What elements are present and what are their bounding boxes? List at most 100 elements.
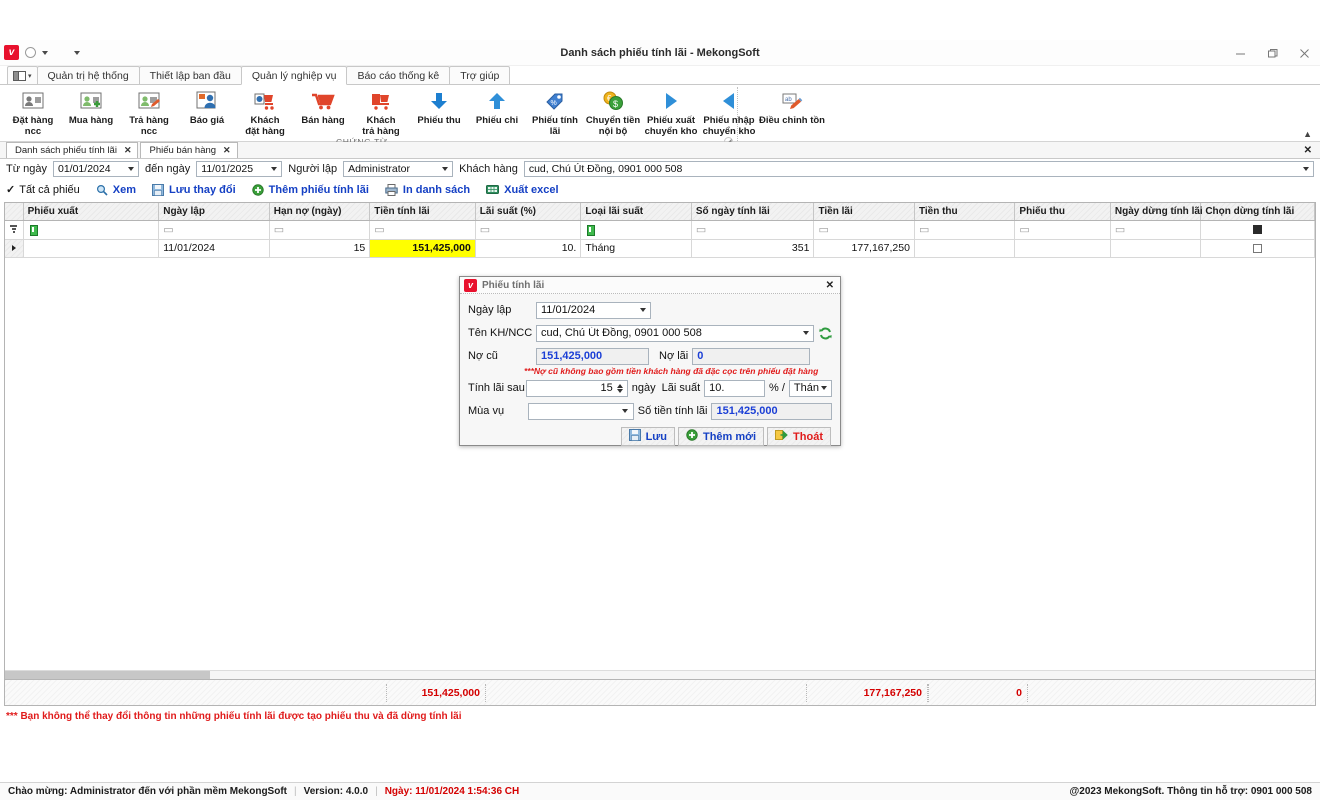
column-header-chon-dung-tinh-lai[interactable]: Chọn dừng tính lãi xyxy=(1201,203,1315,220)
ribbon-tab-tro-giup[interactable]: Trợ giúp xyxy=(449,66,510,84)
qat-customize-chevron-icon[interactable] xyxy=(74,51,80,55)
ribbon-button-dat-hang-ncc[interactable]: Đặt hàng ncc xyxy=(4,85,62,137)
filter-cell-loai-lai-suat[interactable] xyxy=(581,220,692,239)
ribbon-button-tra-hang-ncc[interactable]: Trả hàng ncc xyxy=(120,85,178,137)
filter-cell-tien-tinh-lai[interactable]: ▭ xyxy=(370,220,476,239)
column-header-ngay-dung-tinh-lai[interactable]: Ngày dừng tính lãi xyxy=(1110,203,1200,220)
ribbon-tab-bao-cao-thong-ke[interactable]: Báo cáo thống kê xyxy=(346,66,450,84)
cell-han-no[interactable]: 15 xyxy=(269,239,369,257)
ribbon-button-dieu-chinh-ton[interactable]: ab Điều chỉnh tồn xyxy=(758,85,826,127)
print-list-button[interactable]: In danh sách xyxy=(377,180,478,199)
chevron-down-icon[interactable] xyxy=(620,409,631,413)
close-button[interactable] xyxy=(1288,40,1320,66)
ribbon-button-phieu-xuat-chuyen-kho[interactable]: Phiếu xuất chuyển kho xyxy=(642,85,700,137)
date-input[interactable]: 11/01/2024 xyxy=(536,302,651,319)
cell-chon-dung[interactable] xyxy=(1201,239,1315,257)
document-tab-phieu-ban-hang[interactable]: Phiếu bán hàng ✕ xyxy=(140,142,237,158)
view-button[interactable]: Xem xyxy=(88,180,144,199)
filter-cell-han-no[interactable]: ▭ xyxy=(269,220,369,239)
spinner-icon[interactable] xyxy=(616,384,625,393)
filter-cell-lai-suat[interactable]: ▭ xyxy=(475,220,581,239)
cell-tien-lai[interactable]: 177,167,250 xyxy=(814,239,914,257)
column-header-tien-tinh-lai[interactable]: Tiền tính lãi xyxy=(370,203,476,220)
cell-ngay-lap[interactable]: 11/01/2024 xyxy=(159,239,270,257)
scrollbar-thumb[interactable] xyxy=(5,671,210,679)
column-header-so-ngay-tinh-lai[interactable]: Số ngày tính lãi xyxy=(691,203,814,220)
table-row[interactable]: 11/01/2024 15 151,425,000 10. Tháng 351 … xyxy=(5,239,1315,257)
qat-chevron-down-icon[interactable] xyxy=(42,51,48,55)
dialog-add-new-button[interactable]: Thêm mới xyxy=(678,427,764,446)
close-icon[interactable]: ✕ xyxy=(124,145,132,156)
column-header-ngay-lap[interactable]: Ngày lập xyxy=(159,203,270,220)
customer-select[interactable]: cud, Chú Út Đồng, 0901 000 508 xyxy=(524,161,1314,177)
cell-phieu-xuat[interactable] xyxy=(23,239,159,257)
ribbon-tab-quan-tri-he-thong[interactable]: Quản trị hệ thống xyxy=(37,66,140,84)
from-date-input[interactable]: 01/01/2024 xyxy=(53,161,139,177)
customer-select[interactable]: cud, Chú Út Đồng, 0901 000 508 xyxy=(536,325,814,342)
column-header-phieu-xuat[interactable]: Phiếu xuất xyxy=(23,203,159,220)
filter-cell-ngay-dung[interactable]: ▭ xyxy=(1110,220,1200,239)
filter-cell-tien-thu[interactable]: ▭ xyxy=(914,220,1014,239)
ribbon-tab-quan-ly-nghiep-vu[interactable]: Quản lý nghiệp vụ xyxy=(241,66,348,85)
close-all-tabs-icon[interactable]: ✕ xyxy=(1304,145,1312,156)
chevron-down-icon[interactable] xyxy=(125,167,136,171)
filter-cell-chon-dung[interactable] xyxy=(1201,220,1315,239)
dialog-close-button[interactable]: ✕ xyxy=(826,280,836,291)
column-header-tien-lai[interactable]: Tiền lãi xyxy=(814,203,914,220)
days-input[interactable]: 15 xyxy=(526,380,628,397)
column-header-lai-suat[interactable]: Lãi suất (%) xyxy=(475,203,581,220)
to-date-input[interactable]: 11/01/2025 xyxy=(196,161,282,177)
filter-cell-so-ngay-tinh-lai[interactable]: ▭ xyxy=(691,220,814,239)
column-header-phieu-thu[interactable]: Phiếu thu xyxy=(1015,203,1110,220)
ribbon-tab-thiet-lap-ban-dau[interactable]: Thiết lập ban đầu xyxy=(139,66,242,84)
column-header-tien-thu[interactable]: Tiền thu xyxy=(914,203,1014,220)
ribbon-button-chuyen-tien-noi-bo[interactable]: € $ Chuyển tiền nội bộ xyxy=(584,85,642,137)
cell-tien-thu[interactable] xyxy=(914,239,1014,257)
season-select[interactable] xyxy=(528,403,633,420)
cell-loai-lai-suat[interactable]: Tháng xyxy=(581,239,692,257)
cell-tien-tinh-lai[interactable]: 151,425,000 xyxy=(370,239,476,257)
filter-cell-ngay-lap[interactable]: ▭ xyxy=(159,220,270,239)
qat-record-icon[interactable] xyxy=(25,47,36,58)
chevron-down-icon[interactable] xyxy=(268,167,279,171)
ribbon-collapse-chevron-up-icon[interactable]: ▲ xyxy=(1303,129,1312,139)
ribbon-button-bao-gia[interactable]: Báo giá xyxy=(178,85,236,127)
chevron-down-icon[interactable] xyxy=(1300,167,1311,171)
ribbon-button-mua-hang[interactable]: Mua hàng xyxy=(62,85,120,127)
cell-ngay-dung[interactable] xyxy=(1110,239,1200,257)
add-interest-slip-button[interactable]: Thêm phiếu tính lãi xyxy=(244,180,377,199)
chevron-down-icon[interactable] xyxy=(800,331,811,335)
rate-input[interactable]: 10. xyxy=(704,380,765,397)
refresh-icon[interactable] xyxy=(819,327,832,340)
filter-cell-phieu-xuat[interactable] xyxy=(23,220,159,239)
ribbon-button-phieu-thu[interactable]: Phiếu thu xyxy=(410,85,468,127)
cell-lai-suat[interactable]: 10. xyxy=(475,239,581,257)
export-excel-button[interactable]: Xuất excel xyxy=(478,180,566,199)
document-tab-danh-sach-phieu-tinh-lai[interactable]: Danh sách phiếu tính lãi ✕ xyxy=(6,142,138,158)
save-changes-button[interactable]: Lưu thay đổi xyxy=(144,180,244,199)
ribbon-button-phieu-chi[interactable]: Phiếu chi xyxy=(468,85,526,127)
cell-phieu-thu[interactable] xyxy=(1015,239,1110,257)
select-all-checkbox[interactable]: ✓ Tất cả phiếu xyxy=(6,183,88,196)
column-header-han-no[interactable]: Hạn nợ (ngày) xyxy=(269,203,369,220)
filter-cell-phieu-thu[interactable]: ▭ xyxy=(1015,220,1110,239)
filter-cell-tien-lai[interactable]: ▭ xyxy=(814,220,914,239)
chevron-down-icon[interactable] xyxy=(439,167,450,171)
close-icon[interactable]: ✕ xyxy=(223,145,231,156)
ribbon-button-khach-dat-hang[interactable]: Khách đặt hàng xyxy=(236,85,294,137)
user-select[interactable]: Administrator xyxy=(343,161,453,177)
checkbox-icon[interactable] xyxy=(1253,244,1262,253)
ribbon-button-phieu-tinh-lai[interactable]: % Phiếu tính lãi xyxy=(526,85,584,137)
dialog-exit-button[interactable]: Thoát xyxy=(767,427,831,446)
column-header-loai-lai-suat[interactable]: Loại lãi suất xyxy=(581,203,692,220)
maximize-button[interactable] xyxy=(1256,40,1288,66)
chevron-down-icon[interactable] xyxy=(819,386,829,390)
period-select[interactable]: Thán xyxy=(789,380,832,397)
ribbon-button-ban-hang[interactable]: Bán hàng xyxy=(294,85,352,127)
ribbon-button-khach-tra-hang[interactable]: Khách trả hàng xyxy=(352,85,410,137)
minimize-button[interactable] xyxy=(1224,40,1256,66)
dialog-save-button[interactable]: Lưu xyxy=(621,427,675,446)
ribbon-file-menu-button[interactable]: ▾ xyxy=(7,66,38,84)
grid-horizontal-scrollbar[interactable] xyxy=(5,670,1315,679)
chevron-down-icon[interactable] xyxy=(637,308,648,312)
